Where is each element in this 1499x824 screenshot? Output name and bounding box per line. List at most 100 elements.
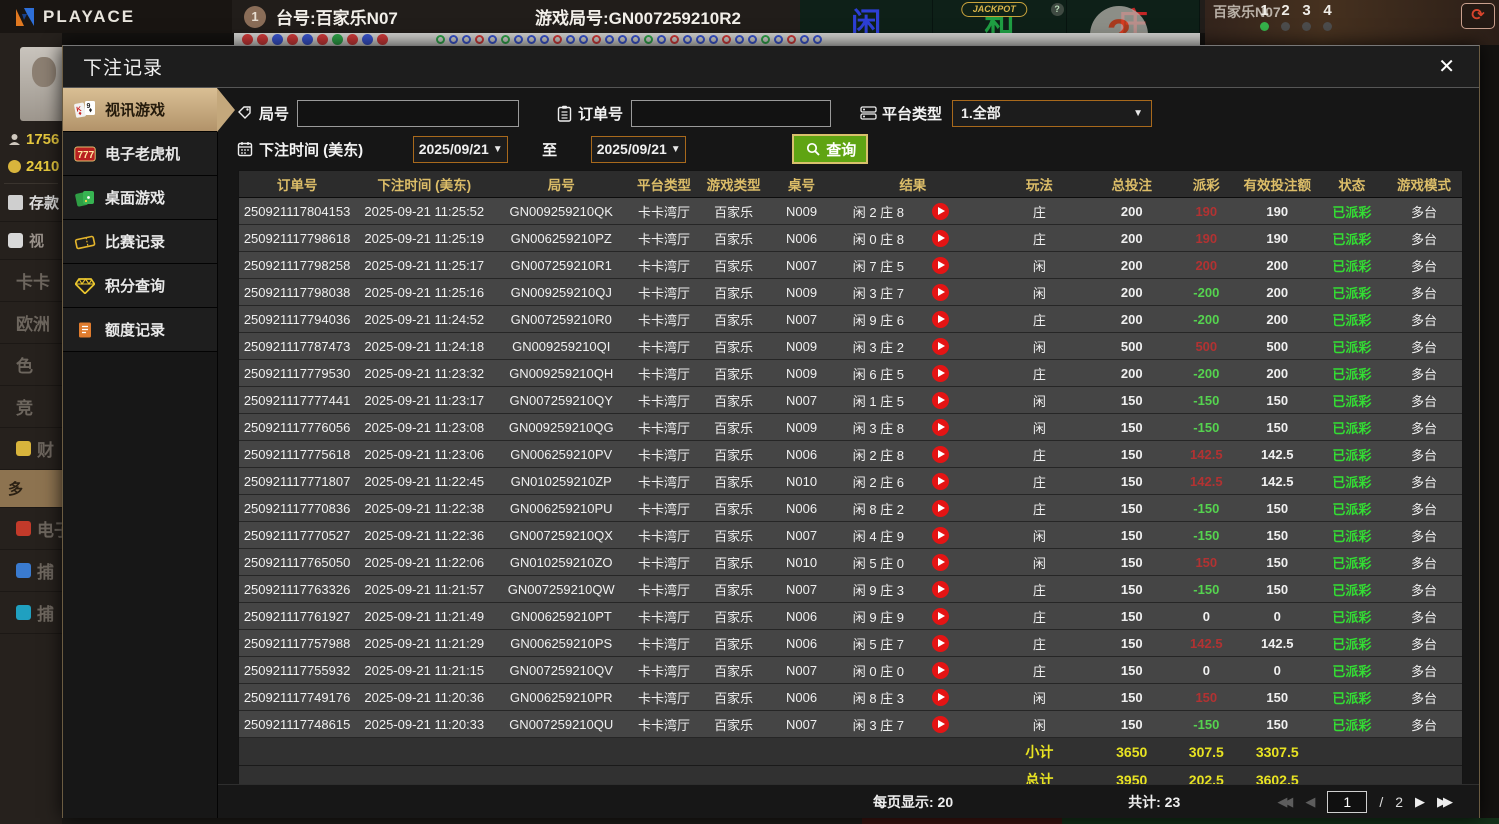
- tab-label: 积分查询: [105, 278, 166, 295]
- play-video-icon[interactable]: [932, 337, 950, 355]
- camera-tab-number: 2: [1281, 2, 1290, 19]
- column-header: 有效投注额: [1243, 178, 1311, 193]
- cell-order-number: 250921117755932: [243, 662, 351, 678]
- jackpot-badge: JACKPOT: [961, 2, 1027, 17]
- cell-total-bet: 150: [1120, 446, 1143, 462]
- sidebar-item-label: 捕: [37, 605, 54, 624]
- result-score: 闲 1 庄 5: [852, 393, 905, 409]
- subtotal-row-valid: 3307.5: [1255, 743, 1299, 760]
- cell-game-type: 百家乐: [714, 555, 754, 571]
- diamond-icon: [73, 276, 97, 296]
- result-score: 闲 9 庄 6: [852, 312, 905, 328]
- play-video-icon[interactable]: [932, 661, 950, 679]
- table-row: 250921117798258 2025-09-21 11:25:17 GN0072…: [239, 252, 1462, 279]
- tab-额度记录[interactable]: 额度记录: [63, 308, 217, 352]
- table-row: 250921117755932 2025-09-21 11:21:15 GN0072…: [239, 657, 1462, 684]
- cell-table-number: N006: [785, 500, 818, 516]
- play-video-icon[interactable]: [932, 229, 950, 247]
- camera-tab-number: 3: [1302, 2, 1311, 19]
- cell-total-bet: 200: [1120, 284, 1143, 300]
- cell-valid-bet: 200: [1266, 365, 1289, 381]
- play-video-icon[interactable]: [932, 553, 950, 571]
- cell-valid-bet: 200: [1266, 257, 1289, 273]
- play-video-icon[interactable]: [932, 580, 950, 598]
- bead-icon: [242, 34, 253, 45]
- bead-icon: [332, 34, 343, 45]
- cell-valid-bet: 150: [1266, 554, 1289, 570]
- date-from-picker[interactable]: 2025/09/21 ▼: [413, 135, 509, 163]
- close-icon[interactable]: ✕: [1434, 54, 1459, 79]
- total-count-label: 共计: 23: [1128, 793, 1181, 810]
- search-button[interactable]: 查询: [792, 134, 869, 164]
- table-row: 250921117770527 2025-09-21 11:22:36 GN0072…: [239, 522, 1462, 549]
- play-video-icon[interactable]: [932, 715, 950, 733]
- play-video-icon[interactable]: [932, 283, 950, 301]
- play-video-icon[interactable]: [932, 526, 950, 544]
- cell-game-mode: 多台: [1411, 474, 1438, 490]
- cell-play-type: 闲: [1032, 393, 1046, 409]
- prev-page-icon[interactable]: ◀: [1305, 794, 1315, 810]
- bead-outline-icon: [592, 35, 601, 44]
- cell-bet-time: 2025-09-21 11:22:38: [364, 500, 485, 516]
- next-page-icon[interactable]: ▶: [1415, 794, 1425, 810]
- cell-round-number: GN007259210R0: [510, 311, 612, 327]
- cell-payout: -150: [1193, 419, 1220, 435]
- filter-row-2: 下注时间 (美东) 2025/09/21 ▼ 至 2025/09/21 ▼ 查询: [236, 134, 1479, 164]
- bead-outline-icon: [813, 35, 822, 44]
- last-page-icon[interactable]: ▶▶: [1437, 794, 1453, 810]
- order-number-input[interactable]: [631, 99, 832, 127]
- round-number-input[interactable]: [297, 99, 520, 127]
- cell-game-type: 百家乐: [714, 447, 754, 463]
- date-range-to-label: 至: [542, 141, 558, 159]
- first-page-icon[interactable]: ◀◀: [1277, 794, 1293, 810]
- play-video-icon[interactable]: [932, 445, 950, 463]
- camera-tab-dot: [1281, 22, 1290, 31]
- play-video-icon[interactable]: [932, 418, 950, 436]
- play-video-icon[interactable]: [932, 499, 950, 517]
- cell-game-type: 百家乐: [714, 285, 754, 301]
- cell-game-type: 百家乐: [714, 393, 754, 409]
- result-score: 闲 2 庄 8: [852, 204, 905, 220]
- bead-outline-icon: [540, 35, 549, 44]
- platform-filter-label: 平台类型: [859, 103, 942, 124]
- bead-outline-icon: [800, 35, 809, 44]
- play-video-icon[interactable]: [932, 688, 950, 706]
- cell-game-mode: 多台: [1411, 663, 1438, 679]
- cell-order-number: 250921117763326: [243, 581, 351, 597]
- cell-table-number: N007: [785, 311, 818, 327]
- cell-order-number: 250921117777441: [243, 392, 351, 408]
- tab-视讯游戏[interactable]: K 9 视讯游戏: [63, 88, 235, 132]
- play-video-icon[interactable]: [932, 634, 950, 652]
- cell-game-type: 百家乐: [714, 528, 754, 544]
- play-video-icon[interactable]: [932, 310, 950, 328]
- slot-icon: 777: [73, 144, 97, 164]
- tab-积分查询[interactable]: 积分查询: [63, 264, 217, 308]
- records-table: 订单号 下注时间 (美东) 局号 平台类型 游戏类型 桌号 结果 玩法 总投注 派彩 有效投注额 状态…: [238, 170, 1463, 795]
- play-video-icon[interactable]: [932, 256, 950, 274]
- cell-empty: [1386, 738, 1462, 765]
- cell-bet-time: 2025-09-21 11:24:52: [364, 311, 485, 327]
- cell-play-type: 庄: [1032, 204, 1046, 220]
- cell-payout: -150: [1193, 716, 1220, 732]
- date-to-picker[interactable]: 2025/09/21 ▼: [591, 135, 687, 163]
- cell-platform-type: 卡卡湾厅: [637, 393, 690, 409]
- play-video-icon[interactable]: [932, 472, 950, 490]
- play-video-icon[interactable]: [932, 391, 950, 409]
- cell-payout: 190: [1195, 230, 1218, 246]
- camera-tab: 3: [1302, 2, 1311, 31]
- cell-order-number: 250921117804153: [243, 203, 351, 219]
- play-video-icon[interactable]: [932, 607, 950, 625]
- cell-result: 闲 5 庄 7: [835, 630, 992, 656]
- cell-result: 闲 2 庄 6: [835, 468, 992, 494]
- tab-电子老虎机[interactable]: 777 电子老虎机: [63, 132, 217, 176]
- cell-order-number: 250921117757988: [243, 635, 351, 651]
- tab-比赛记录[interactable]: 比赛记录: [63, 220, 217, 264]
- cell-valid-bet: 150: [1266, 689, 1289, 705]
- platform-type-select[interactable]: 1.全部 ▼: [952, 99, 1153, 127]
- play-video-icon[interactable]: [932, 364, 950, 382]
- play-video-icon[interactable]: [932, 202, 950, 220]
- cell-play-type: 庄: [1032, 501, 1046, 517]
- tab-桌面游戏[interactable]: 桌面游戏: [63, 176, 217, 220]
- page-number-input[interactable]: [1327, 790, 1368, 813]
- cell-payout: -150: [1193, 500, 1220, 516]
